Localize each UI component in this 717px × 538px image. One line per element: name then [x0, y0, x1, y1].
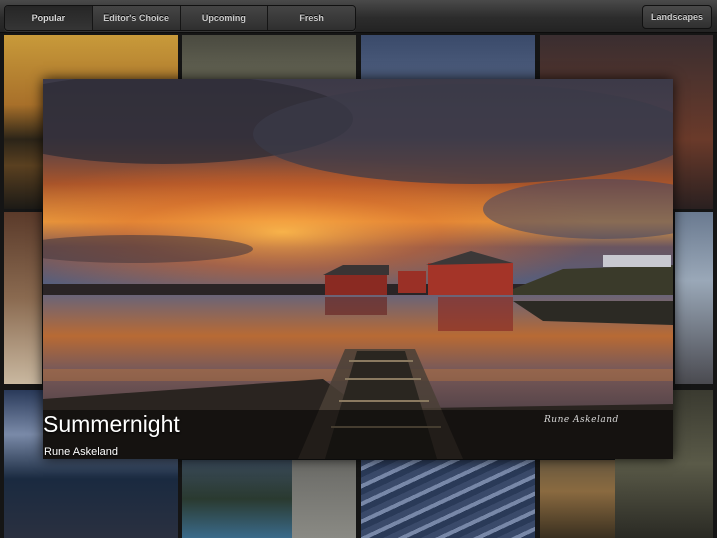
photo-title: Summernight [43, 411, 180, 437]
tab-fresh[interactable]: Fresh [268, 6, 355, 30]
photo-thumbnail[interactable] [675, 212, 713, 384]
category-button[interactable]: Landscapes [641, 5, 712, 29]
photo-author[interactable]: Rune Askeland [44, 445, 118, 459]
photo-thumbnail[interactable] [292, 460, 356, 538]
featured-photo[interactable]: Summernight Rune Askeland Rune Askeland [43, 79, 673, 459]
tab-popular[interactable]: Popular [5, 6, 93, 30]
top-toolbar: Popular Editor's Choice Upcoming Fresh L… [0, 0, 717, 33]
photo-thumbnail[interactable] [4, 212, 42, 384]
feature-segmented-control: Popular Editor's Choice Upcoming Fresh [4, 5, 356, 31]
photo-thumbnail[interactable] [540, 460, 615, 538]
tab-upcoming[interactable]: Upcoming [180, 6, 269, 30]
featured-photo-image [43, 79, 673, 459]
photo-watermark-signature: Rune Askeland [544, 415, 619, 425]
tab-editors-choice[interactable]: Editor's Choice [92, 6, 181, 30]
photo-thumbnail[interactable] [182, 460, 292, 538]
photo-thumbnail[interactable] [361, 460, 535, 538]
